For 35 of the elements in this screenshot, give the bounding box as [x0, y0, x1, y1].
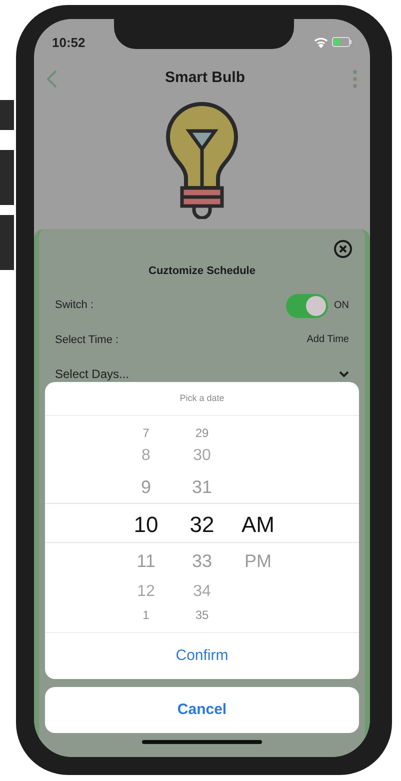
picker-option[interactable]: 31: [192, 474, 212, 500]
picker-option[interactable]: 29: [195, 424, 209, 442]
wifi-icon: [314, 36, 328, 48]
page-title: Smart Bulb: [164, 68, 245, 88]
picker-option[interactable]: PM: [244, 548, 272, 574]
days-dropdown-label[interactable]: Select Days...: [55, 366, 130, 382]
status-time: 10:52: [52, 34, 86, 52]
add-time-link[interactable]: Add Time: [306, 332, 349, 348]
picker-option[interactable]: 8: [142, 444, 150, 468]
back-icon[interactable]: [46, 68, 58, 89]
picker-option[interactable]: 33: [192, 548, 212, 574]
picker-option[interactable]: AM: [242, 508, 274, 540]
picker-option[interactable]: 11: [136, 548, 156, 574]
switch-label: Switch :: [55, 298, 94, 314]
picker-option[interactable]: 7: [142, 424, 150, 442]
picker-option[interactable]: 9: [140, 474, 151, 500]
toggle-switch[interactable]: [286, 294, 328, 318]
lightbulb-icon: [164, 101, 240, 220]
switch-state: ON: [334, 299, 349, 313]
cancel-button[interactable]: Cancel: [45, 687, 359, 733]
close-icon[interactable]: [333, 239, 353, 259]
picker-option[interactable]: 30: [193, 444, 211, 468]
picker-option[interactable]: 1: [142, 606, 150, 624]
battery-icon: [332, 37, 352, 48]
time-label: Select Time :: [55, 332, 119, 348]
picker-title: Pick a date: [180, 392, 224, 405]
schedule-title: Cuztomize Schedule: [148, 264, 256, 279]
confirm-button[interactable]: Confirm: [45, 633, 359, 679]
picker-option[interactable]: 12: [137, 580, 155, 604]
picker-option[interactable]: 35: [195, 606, 209, 624]
more-icon[interactable]: [352, 68, 358, 89]
picker-option[interactable]: 10: [134, 508, 158, 540]
chevron-down-icon[interactable]: [339, 370, 349, 378]
picker-option[interactable]: 34: [193, 580, 211, 604]
picker-option[interactable]: 32: [190, 508, 214, 540]
